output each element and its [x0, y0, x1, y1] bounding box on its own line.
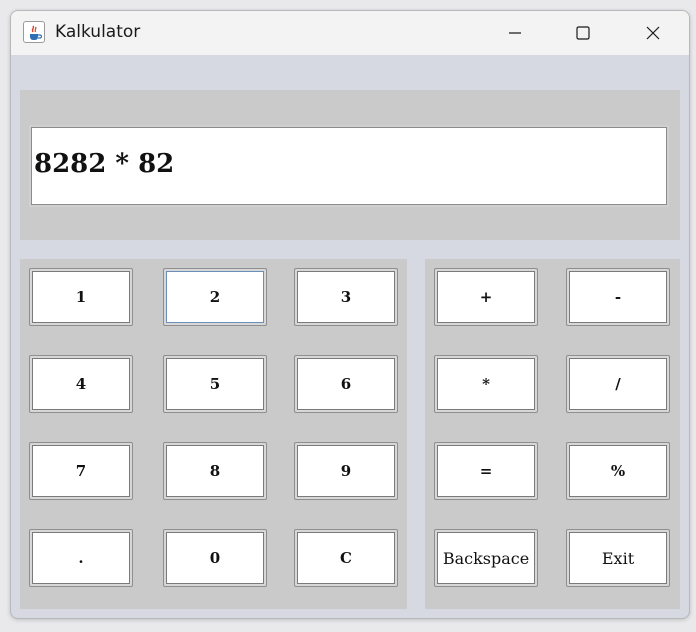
title-bar[interactable]: Kalkulator — [11, 11, 689, 55]
java-cup-icon — [23, 21, 45, 43]
number-pad: 1 2 3 4 5 6 7 8 9 . 0 C — [20, 259, 407, 609]
calculator-window: Kalkulator 8282 * 82 1 2 3 4 5 6 7 8 9 .… — [10, 10, 690, 619]
minimize-icon — [509, 32, 521, 34]
key-6[interactable]: 6 — [294, 355, 398, 413]
key-0[interactable]: 0 — [163, 529, 267, 587]
window-title: Kalkulator — [55, 22, 141, 42]
key-subtract[interactable]: - — [566, 268, 670, 326]
key-4[interactable]: 4 — [29, 355, 133, 413]
key-decimal[interactable]: . — [29, 529, 133, 587]
key-9[interactable]: 9 — [294, 442, 398, 500]
key-8[interactable]: 8 — [163, 442, 267, 500]
maximize-icon — [576, 26, 590, 40]
key-percent[interactable]: % — [566, 442, 670, 500]
close-button[interactable] — [619, 11, 687, 55]
close-icon — [646, 26, 660, 40]
key-add[interactable]: + — [434, 268, 538, 326]
key-1[interactable]: 1 — [29, 268, 133, 326]
key-3[interactable]: 3 — [294, 268, 398, 326]
display-field[interactable]: 8282 * 82 — [29, 125, 669, 207]
maximize-button[interactable] — [549, 11, 617, 55]
minimize-button[interactable] — [481, 11, 549, 55]
display-panel: 8282 * 82 — [20, 90, 680, 240]
key-divide[interactable]: / — [566, 355, 670, 413]
key-clear[interactable]: C — [294, 529, 398, 587]
backspace-button[interactable]: Backspace — [434, 529, 538, 587]
key-7[interactable]: 7 — [29, 442, 133, 500]
key-5[interactable]: 5 — [163, 355, 267, 413]
key-multiply[interactable]: * — [434, 355, 538, 413]
exit-button[interactable]: Exit — [566, 529, 670, 587]
key-equals[interactable]: = — [434, 442, 538, 500]
operator-pad: + - * / = % Backspace Exit — [425, 259, 680, 609]
key-2[interactable]: 2 — [163, 268, 267, 326]
